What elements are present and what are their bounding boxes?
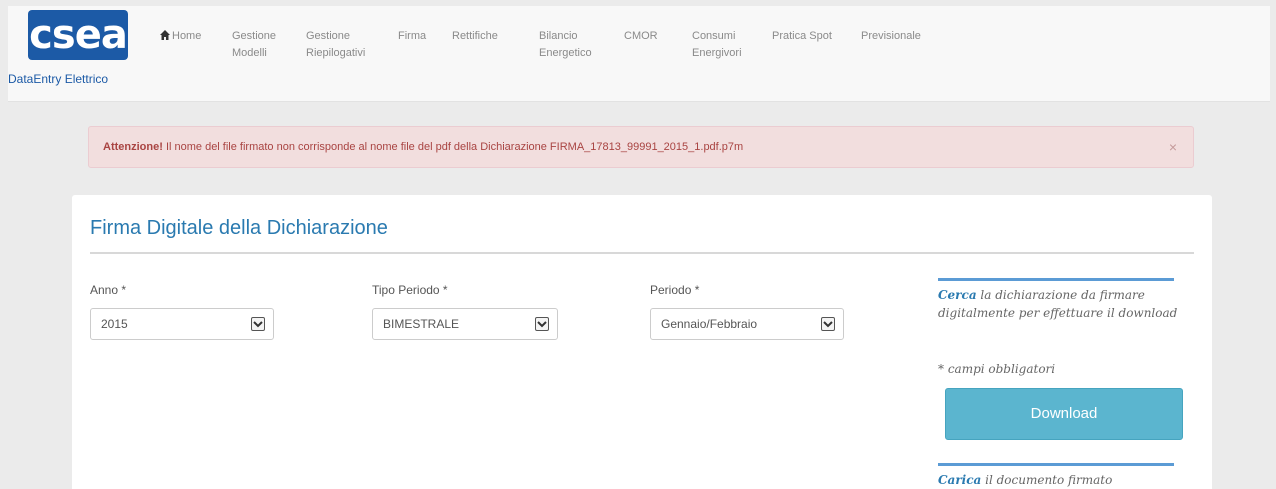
nav-pratica-spot[interactable]: Pratica Spot (772, 28, 832, 45)
nav-rettifiche[interactable]: Rettifiche (452, 28, 498, 45)
tipo-periodo-select[interactable]: BIMESTRALE (372, 308, 558, 340)
nav-gestione-modelli[interactable]: Gestione Modelli (232, 28, 276, 62)
alert-danger: Attenzione! Il nome del file firmato non… (88, 126, 1194, 168)
periodo-value: Gennaio/Febbraio (661, 317, 758, 331)
chevron-down-icon (251, 317, 265, 331)
tipo-periodo-value: BIMESTRALE (383, 317, 460, 331)
anno-label: Anno * (90, 283, 127, 297)
logo-subtitle: DataEntry Elettrico (8, 72, 109, 86)
tipo-periodo-label: Tipo Periodo * (372, 283, 448, 297)
title-divider (90, 252, 1194, 254)
close-icon[interactable]: × (1169, 127, 1177, 167)
alert-message: Il nome del file firmato non corrisponde… (162, 141, 744, 153)
firma-panel: Firma Digitale della Dichiarazione Anno … (72, 195, 1212, 489)
carica-instructions: Carica il documento firmato digitalmente (938, 471, 1178, 489)
nav-home-label: Home (172, 30, 202, 42)
chevron-down-icon (821, 317, 835, 331)
page-title: Firma Digitale della Dichiarazione (90, 217, 388, 239)
nav-consumi-energivori[interactable]: Consumi Energivori (692, 28, 742, 62)
nav-home[interactable]: Home (160, 28, 201, 45)
anno-select[interactable]: 2015 (90, 308, 274, 340)
cerca-instructions: Cerca la dichiarazione da firmare digita… (938, 286, 1178, 322)
nav-gestione-riepilogativi[interactable]: Gestione Riepilogativi (306, 28, 365, 62)
sidebar-divider-2 (938, 463, 1174, 466)
alert-strong: Attenzione! (103, 141, 163, 153)
navbar: csea DataEntry Elettrico Home Gestione M… (8, 6, 1270, 102)
periodo-label: Periodo * (650, 283, 700, 297)
cerca-strong: Cerca (938, 288, 977, 302)
nav-previsionale[interactable]: Previsionale (861, 28, 921, 45)
logo-mark: csea (28, 10, 128, 60)
carica-strong: Carica (938, 473, 982, 487)
nav-cmor[interactable]: CMOR (624, 28, 658, 45)
csea-logo[interactable]: csea DataEntry Elettrico (8, 10, 143, 94)
download-button[interactable]: Download (945, 388, 1183, 440)
sidebar-divider (938, 278, 1174, 281)
anno-value: 2015 (101, 317, 128, 331)
nav-firma[interactable]: Firma (398, 28, 426, 45)
home-icon (160, 30, 170, 40)
periodo-select[interactable]: Gennaio/Febbraio (650, 308, 844, 340)
chevron-down-icon (535, 317, 549, 331)
nav-bilancio-energetico[interactable]: Bilancio Energetico (539, 28, 592, 62)
required-note: * campi obbligatori (938, 362, 1056, 376)
